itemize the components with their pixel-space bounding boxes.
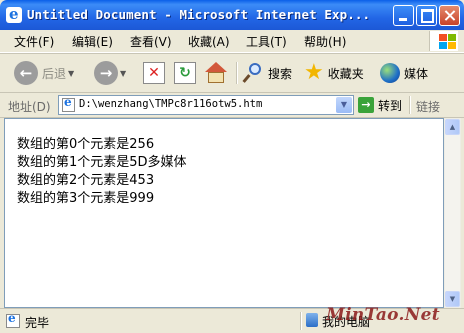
address-dropdown-icon[interactable]: ▼ xyxy=(336,97,352,113)
page-icon xyxy=(62,95,75,112)
media-button[interactable]: 媒体 xyxy=(380,58,428,88)
content-line: 数组的第1个元素是5D多媒体 xyxy=(17,155,187,170)
status-text: 完毕 xyxy=(25,316,50,330)
back-button[interactable]: ← 后退 ▼ xyxy=(14,58,74,88)
stop-icon: ✕ xyxy=(143,62,165,84)
stop-button[interactable]: ✕ xyxy=(143,58,165,88)
media-label: 媒体 xyxy=(404,66,429,81)
media-icon xyxy=(380,63,400,83)
status-divider xyxy=(300,312,302,330)
address-bar: 地址(D) D:\wenzhang\TMPc8r116otw5.htm ▼ → … xyxy=(0,93,464,118)
home-button[interactable] xyxy=(204,58,228,88)
title-bar[interactable]: Untitled Document - Microsoft Internet E… xyxy=(0,0,464,30)
content-line: 数组的第0个元素是256 xyxy=(17,137,155,152)
scroll-up-icon[interactable]: ▲ xyxy=(445,119,460,135)
menu-view[interactable]: 查看(V) xyxy=(130,33,172,50)
done-page-icon xyxy=(6,311,20,328)
favorites-button[interactable]: ★ 收藏夹 xyxy=(304,58,364,88)
links-button[interactable]: 链接 xyxy=(416,98,440,115)
go-label: 转到 xyxy=(378,98,403,113)
address-input[interactable]: D:\wenzhang\TMPc8r116otw5.htm ▼ xyxy=(58,95,354,115)
forward-button[interactable]: → ▼ xyxy=(94,58,126,88)
search-icon xyxy=(242,63,264,83)
watermark: MinTao.Net xyxy=(326,305,440,325)
minimize-button[interactable] xyxy=(393,5,414,26)
menu-bar: 文件(F) 编辑(E) 查看(V) 收藏(A) 工具(T) 帮助(H) xyxy=(0,30,464,53)
scroll-down-icon[interactable]: ▼ xyxy=(445,291,460,307)
favorites-label: 收藏夹 xyxy=(327,66,364,81)
refresh-icon: ↻ xyxy=(174,62,196,84)
ie-logo-icon xyxy=(6,5,22,23)
star-icon: ★ xyxy=(304,60,324,85)
content-line: 数组的第2个元素是453 xyxy=(17,173,155,188)
menu-edit[interactable]: 编辑(E) xyxy=(72,33,113,50)
forward-dropdown-icon[interactable]: ▼ xyxy=(120,69,126,78)
refresh-button[interactable]: ↻ xyxy=(174,58,196,88)
address-value[interactable]: D:\wenzhang\TMPc8r116otw5.htm xyxy=(79,98,262,110)
toolbar-separator xyxy=(236,62,238,84)
search-label: 搜索 xyxy=(268,66,293,81)
page-content: 数组的第0个元素是256 数组的第1个元素是5D多媒体 数组的第2个元素是453… xyxy=(4,118,444,308)
back-label: 后退 xyxy=(42,66,67,81)
address-label: 地址(D) xyxy=(8,100,51,114)
standard-toolbar: ← 后退 ▼ → ▼ ✕ ↻ 搜索 ★ 收藏夹 媒体 xyxy=(0,54,464,93)
search-button[interactable]: 搜索 xyxy=(242,58,293,88)
window-title: Untitled Document - Microsoft Internet E… xyxy=(27,7,371,22)
menu-help[interactable]: 帮助(H) xyxy=(304,33,346,50)
maximize-button[interactable] xyxy=(416,5,437,26)
links-separator xyxy=(409,96,411,114)
my-computer-icon xyxy=(306,313,318,327)
back-arrow-icon: ← xyxy=(14,61,38,85)
back-dropdown-icon[interactable]: ▼ xyxy=(68,69,74,78)
menu-favorites[interactable]: 收藏(A) xyxy=(188,33,230,50)
forward-arrow-icon: → xyxy=(94,61,118,85)
close-button[interactable] xyxy=(439,5,460,26)
menu-file[interactable]: 文件(F) xyxy=(14,33,54,50)
home-icon xyxy=(204,62,228,84)
menu-tools[interactable]: 工具(T) xyxy=(246,33,287,50)
go-button[interactable]: → 转到 xyxy=(358,96,402,114)
windows-logo-icon xyxy=(429,31,458,51)
browser-window: Untitled Document - Microsoft Internet E… xyxy=(0,0,464,333)
vertical-scrollbar[interactable]: ▲ ▼ xyxy=(444,118,461,308)
content-line: 数组的第3个元素是999 xyxy=(17,191,155,206)
go-arrow-icon: → xyxy=(358,97,374,113)
